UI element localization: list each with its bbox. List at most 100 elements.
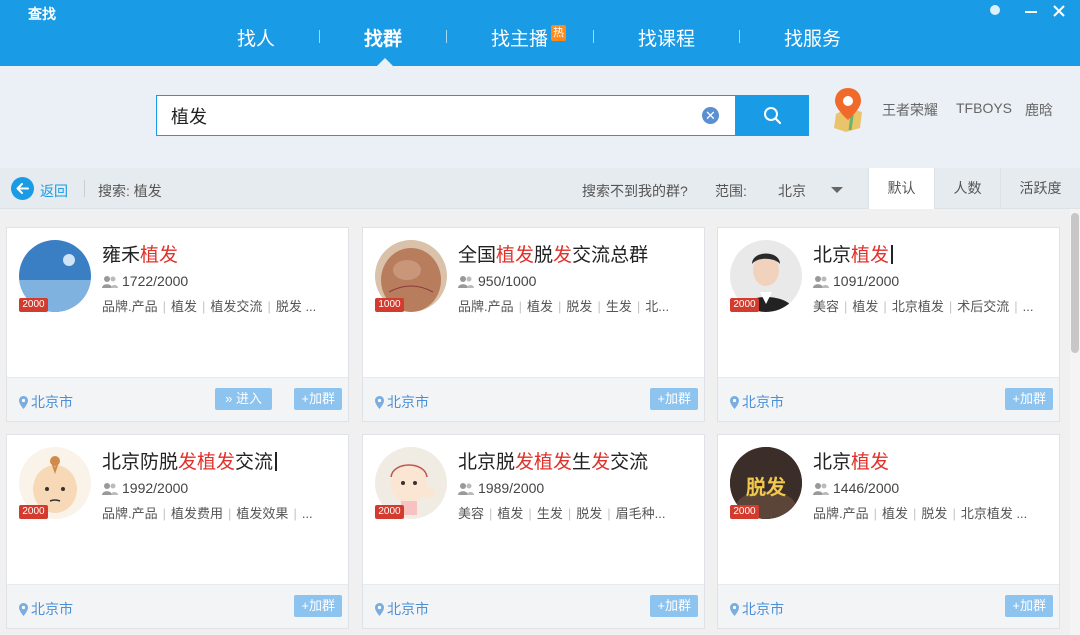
tag: 品牌.产品 — [813, 506, 869, 521]
name-highlight: 植发 — [140, 245, 179, 266]
search-button[interactable] — [736, 95, 809, 136]
group-card[interactable]: 1000 全国植发脱发交流总群 950/1000 品牌.产品 | 植发 | 脱发 | 生发 |… — [362, 227, 705, 422]
sort-tab-default[interactable]: 默认 — [868, 168, 934, 209]
group-location: 北京市 — [19, 599, 73, 619]
join-group-button[interactable]: +加群 — [294, 388, 342, 410]
members-icon — [102, 483, 118, 495]
tag: 北... — [645, 299, 670, 314]
join-group-button[interactable]: +加群 — [650, 595, 698, 617]
nav-find-services[interactable]: 找服务 — [784, 24, 841, 51]
tag: 植发交流 — [210, 299, 263, 314]
nav-find-streamers-label: 找主播 — [491, 29, 549, 50]
nav-find-groups[interactable]: 找群 — [364, 24, 402, 51]
name-part: 北京脱 — [458, 452, 516, 473]
tag: 生发 — [605, 299, 632, 314]
group-location: 北京市 — [19, 392, 73, 412]
group-name[interactable]: 北京植发 — [813, 240, 894, 267]
tag: 植发效果 — [236, 506, 289, 521]
group-tags: 美容 | 植发 | 北京植发 | 术后交流 |... — [813, 299, 1034, 314]
join-group-button[interactable]: +加群 — [1005, 388, 1053, 410]
member-count-value: 1992/2000 — [122, 480, 189, 496]
member-count-value: 950/1000 — [478, 273, 537, 289]
tag: 生发 — [536, 506, 563, 521]
map-location-icon[interactable] — [830, 88, 866, 132]
nav-separator — [319, 30, 320, 43]
join-group-button[interactable]: +加群 — [650, 388, 698, 410]
location-text: 北京市 — [387, 601, 429, 617]
not-found-link[interactable]: 搜索不到我的群? — [582, 181, 688, 201]
results-scrollbar[interactable] — [1070, 209, 1080, 635]
search-box: ✕ — [156, 95, 736, 136]
nav-find-streamers[interactable]: 找主播热 — [491, 24, 567, 51]
hot-word-link[interactable]: 王者荣耀 — [882, 100, 938, 120]
members-icon — [458, 483, 474, 495]
divider — [84, 180, 85, 197]
hot-word-link[interactable]: TFBOYS — [956, 100, 1012, 116]
capacity-badge: 2000 — [730, 298, 759, 312]
hot-word-link[interactable]: 鹿晗 — [1025, 100, 1053, 120]
location-pin-icon — [19, 396, 28, 409]
group-tags: 品牌.产品 | 植发 | 脱发 | 北京植发 ... — [813, 506, 1028, 521]
enter-group-button[interactable]: » 进入 — [215, 388, 272, 410]
card-footer: 北京市 +加群 — [718, 377, 1059, 421]
close-icon[interactable] — [1052, 4, 1066, 23]
group-location: 北京市 — [375, 599, 429, 619]
location-pin-icon — [730, 603, 739, 616]
tag: 植发费用 — [171, 506, 224, 521]
name-highlight: 发 — [178, 452, 198, 473]
chevron-down-icon[interactable] — [831, 187, 843, 193]
group-card[interactable]: 2000 北京植发 1091/2000 美容 | 植发 | 北京植发 | 术后交流 |... … — [717, 227, 1060, 422]
name-part: 脱 — [534, 245, 554, 266]
group-name[interactable]: 北京植发 — [813, 447, 889, 474]
sort-tab-members[interactable]: 人数 — [934, 168, 1000, 209]
members-icon — [458, 276, 474, 288]
range-select[interactable]: 北京 — [778, 181, 806, 201]
name-highlight: 植发 — [496, 245, 535, 266]
member-count-value: 1446/2000 — [833, 480, 900, 496]
card-footer: 北京市 +加群 — [718, 584, 1059, 628]
join-group-button[interactable]: +加群 — [1005, 595, 1053, 617]
group-card[interactable]: 2000 雍禾植发 1722/2000 品牌.产品 | 植发 | 植发交流 | 脱发 ...… — [6, 227, 349, 422]
capacity-badge: 1000 — [375, 298, 404, 312]
group-name[interactable]: 雍禾植发 — [102, 240, 178, 267]
minimize-icon[interactable] — [1024, 0, 1038, 19]
group-name[interactable]: 北京防脱发植发交流 — [102, 447, 278, 474]
group-location: 北京市 — [730, 599, 784, 619]
group-card[interactable]: 2000 北京脱发植发生发交流 1989/2000 美容 | 植发 | 生发 | 脱发 | 眉毛… — [362, 434, 705, 629]
back-link[interactable]: 返回 — [40, 181, 68, 201]
name-highlight: 植发 — [534, 452, 573, 473]
search-input[interactable] — [171, 105, 671, 126]
scrollbar-thumb[interactable] — [1071, 213, 1079, 353]
group-name[interactable]: 北京脱发植发生发交流 — [458, 447, 648, 474]
location-text: 北京市 — [742, 394, 784, 410]
group-card[interactable]: 脱发 2000 北京植发 1446/2000 品牌.产品 | 植发 | 脱发 | 北京植发 … — [717, 434, 1060, 629]
name-highlight: 植发 — [851, 452, 890, 473]
tag: 植发 — [882, 506, 909, 521]
members-icon — [102, 276, 118, 288]
member-count: 1446/2000 — [813, 480, 899, 496]
member-count: 1992/2000 — [102, 480, 188, 496]
tag: 脱发 ... — [275, 299, 317, 314]
tag: 眉毛种... — [615, 506, 666, 521]
text-cursor — [891, 245, 894, 264]
join-group-button[interactable]: +加群 — [294, 595, 342, 617]
member-count: 1722/2000 — [102, 273, 188, 289]
tag: 品牌.产品 — [102, 299, 158, 314]
group-name[interactable]: 全国植发脱发交流总群 — [458, 240, 648, 267]
group-card[interactable]: 2000 北京防脱发植发交流 1992/2000 品牌.产品 | 植发费用 | 植发效果… — [6, 434, 349, 629]
name-highlight: 植发 — [197, 452, 236, 473]
location-text: 北京市 — [387, 394, 429, 410]
search-icon — [764, 107, 782, 125]
skin-icon[interactable] — [988, 3, 1002, 22]
nav-find-courses[interactable]: 找课程 — [638, 24, 695, 51]
nav-find-people[interactable]: 找人 — [237, 24, 275, 51]
name-part: 北京 — [813, 245, 852, 266]
main-nav: 找人 找群 找主播热 找课程 找服务 — [0, 0, 1080, 66]
capacity-badge: 2000 — [375, 505, 404, 519]
clear-search-icon[interactable]: ✕ — [702, 107, 719, 124]
text-cursor — [275, 452, 278, 471]
sort-tab-activity[interactable]: 活跃度 — [1000, 168, 1080, 209]
back-arrow-icon[interactable] — [11, 177, 34, 200]
range-label: 范围: — [715, 183, 747, 199]
member-count-value: 1091/2000 — [833, 273, 900, 289]
